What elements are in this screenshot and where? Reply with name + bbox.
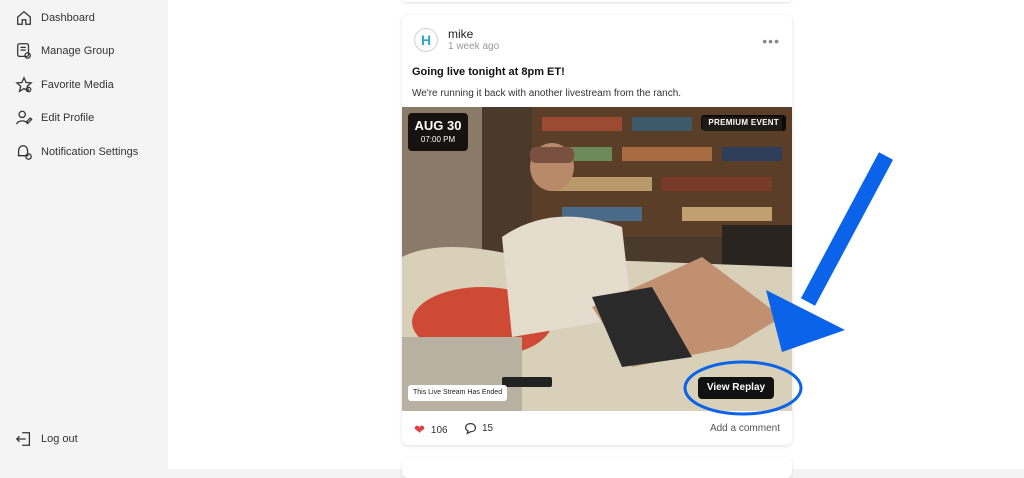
sidebar-item-label: Manage Group bbox=[41, 45, 115, 57]
more-options-icon[interactable]: ••• bbox=[762, 33, 780, 49]
star-icon bbox=[14, 75, 34, 95]
stream-ended-label: This Live Stream Has Ended bbox=[408, 385, 508, 401]
post-card: H mike 1 week ago ••• Going live tonight… bbox=[402, 15, 792, 445]
add-comment-link[interactable]: Add a comment bbox=[710, 423, 780, 434]
view-replay-button[interactable]: View Replay bbox=[698, 377, 774, 399]
sidebar-item-label: Notification Settings bbox=[41, 146, 139, 158]
like-button[interactable]: ❤ 106 bbox=[414, 422, 448, 438]
feed-area: H mike 1 week ago ••• Going live tonight… bbox=[168, 0, 1024, 478]
livestream-photo bbox=[402, 107, 792, 411]
sidebar-item-label: Favorite Media bbox=[41, 79, 114, 91]
premium-event-badge: PREMIUM EVENT bbox=[701, 115, 786, 131]
heart-icon: ❤ bbox=[414, 422, 425, 437]
logout-button[interactable]: Log out bbox=[14, 427, 78, 451]
post-timestamp: 1 week ago bbox=[448, 41, 500, 52]
post-author[interactable]: mike bbox=[448, 27, 473, 41]
event-date: AUG 30 bbox=[414, 118, 462, 133]
previous-post-card bbox=[402, 0, 792, 2]
home-icon bbox=[14, 8, 34, 28]
post-title: Going live tonight at 8pm ET! bbox=[412, 66, 565, 78]
sidebar: Dashboard Manage Group Favorite Media Ed… bbox=[0, 0, 168, 469]
comment-button[interactable]: 15 bbox=[464, 422, 493, 435]
sidebar-item-label: Edit Profile bbox=[41, 112, 95, 124]
event-time: 07:00 PM bbox=[420, 135, 456, 144]
sidebar-item-manage-group[interactable]: Manage Group bbox=[14, 39, 114, 63]
sidebar-item-notification-settings[interactable]: Notification Settings bbox=[14, 140, 138, 164]
post-actions: ❤ 106 15 Add a comment bbox=[402, 418, 792, 440]
like-count: 106 bbox=[430, 424, 448, 436]
user-edit-icon bbox=[14, 108, 34, 128]
sidebar-item-dashboard[interactable]: Dashboard bbox=[14, 6, 95, 30]
logout-label: Log out bbox=[41, 433, 78, 445]
sidebar-item-favorite-media[interactable]: Favorite Media bbox=[14, 73, 114, 97]
livestream-thumbnail[interactable]: AUG 30 07:00 PM PREMIUM EVENT This Live … bbox=[402, 107, 792, 411]
comment-icon bbox=[465, 423, 476, 435]
sidebar-item-label: Dashboard bbox=[41, 12, 95, 24]
avatar[interactable]: H bbox=[414, 28, 438, 52]
bell-settings-icon bbox=[14, 142, 34, 162]
group-icon bbox=[14, 41, 34, 61]
avatar-letter: H bbox=[420, 32, 432, 48]
next-post-card bbox=[402, 458, 792, 478]
post-body: We're running it back with another lives… bbox=[412, 88, 682, 99]
comment-count: 15 bbox=[482, 423, 494, 434]
logout-icon bbox=[14, 429, 34, 449]
event-date-badge: AUG 30 07:00 PM bbox=[408, 113, 468, 151]
sidebar-item-edit-profile[interactable]: Edit Profile bbox=[14, 106, 94, 130]
